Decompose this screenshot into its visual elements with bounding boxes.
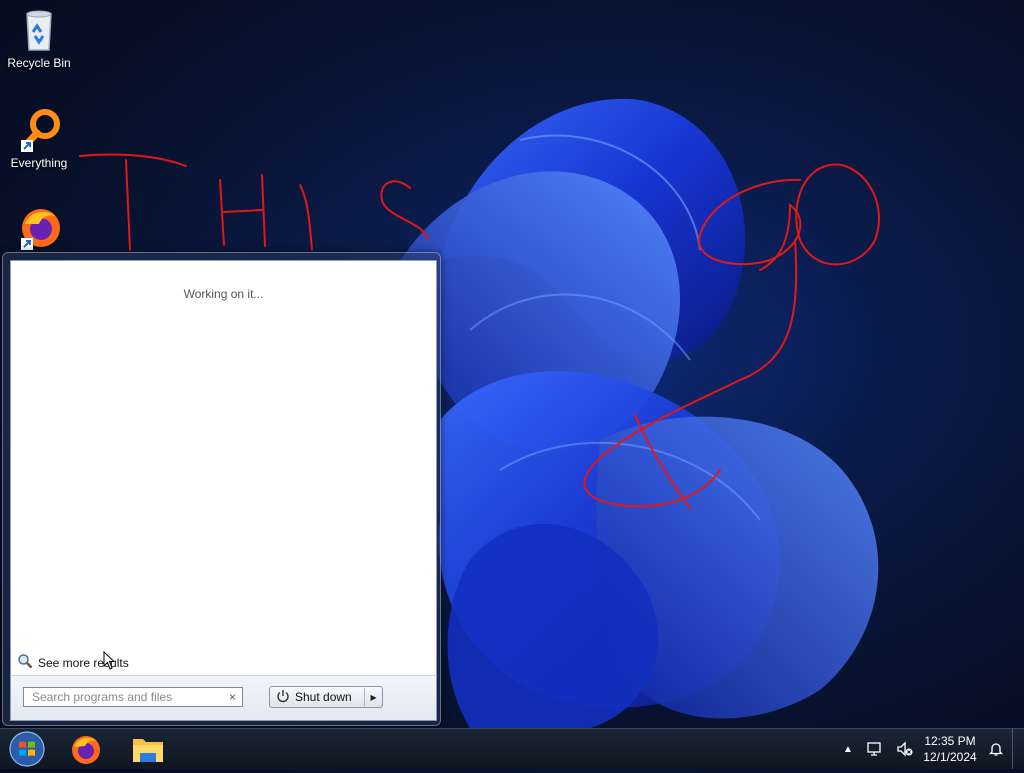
firefox-icon xyxy=(72,736,100,764)
shutdown-label: Shut down xyxy=(295,690,352,704)
recycle-bin-icon xyxy=(15,6,63,54)
desktop-icon-firefox[interactable] xyxy=(4,204,74,254)
taskbar-firefox[interactable] xyxy=(66,731,106,767)
show-desktop-button[interactable] xyxy=(1012,729,1024,769)
notification-bell-icon[interactable] xyxy=(986,729,1006,769)
search-status-text: Working on it... xyxy=(183,287,264,301)
magnifier-icon xyxy=(17,653,33,672)
start-button[interactable] xyxy=(6,730,48,768)
desktop-icon-recycle-bin[interactable]: Recycle Bin xyxy=(4,6,74,70)
shutdown-button-group: Shut down ▶ xyxy=(269,686,383,708)
shutdown-options-arrow-icon[interactable]: ▶ xyxy=(365,693,382,702)
start-menu-footer: × Shut down ▶ xyxy=(10,675,437,721)
clock-date: 12/1/2024 xyxy=(923,750,977,764)
start-menu: Working on it... See more results × xyxy=(2,252,441,726)
start-orb-icon xyxy=(9,731,45,767)
volume-muted-icon[interactable] xyxy=(894,729,916,769)
power-icon xyxy=(276,689,290,706)
search-programs-input[interactable] xyxy=(23,687,243,707)
search-results-panel: Working on it... See more results xyxy=(10,260,437,676)
clear-search-icon[interactable]: × xyxy=(229,690,236,704)
taskbar-clock[interactable]: 12:35 PM 12/1/2024 xyxy=(918,733,982,765)
desktop-icon-everything[interactable]: Everything xyxy=(4,106,74,170)
file-explorer-icon xyxy=(133,739,163,762)
clock-time: 12:35 PM xyxy=(924,734,976,748)
firefox-icon xyxy=(15,204,63,252)
show-hidden-icons-chevron[interactable]: ▲ xyxy=(840,729,856,769)
mouse-cursor-icon xyxy=(103,651,116,670)
bloom-shape xyxy=(380,98,879,728)
taskbar-file-explorer[interactable] xyxy=(128,731,168,767)
everything-search-icon xyxy=(15,106,63,154)
taskbar: ▲ 12:35 PM 12/1/2024 xyxy=(0,728,1024,769)
desktop-icon-label: Everything xyxy=(10,156,68,170)
shutdown-button[interactable]: Shut down xyxy=(270,689,364,706)
network-icon[interactable] xyxy=(864,729,886,769)
desktop-icon-label: Recycle Bin xyxy=(7,56,71,70)
